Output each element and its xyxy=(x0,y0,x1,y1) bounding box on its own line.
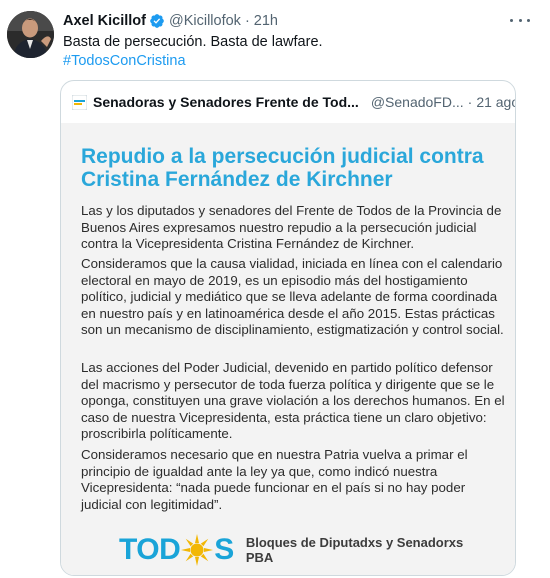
quoted-image[interactable]: Repudio a la persecución judicial contra… xyxy=(61,123,515,575)
brand-caption-line2: PBA xyxy=(245,550,274,565)
author-name[interactable]: Axel Kicillof xyxy=(63,13,146,29)
tweet-text: Basta de persecución. Basta de lawfare. xyxy=(63,34,323,50)
sun-icon xyxy=(181,534,214,566)
tweet[interactable]: Axel Kicillof @Kicillofok · 21h Basta de… xyxy=(0,0,550,578)
todos-logo: TOD S xyxy=(119,533,234,567)
verified-badge-icon xyxy=(149,13,165,29)
avatar[interactable] xyxy=(7,11,54,58)
logo-text-left: TOD xyxy=(119,533,181,566)
brand-caption-line1: Bloques de Diputadxs y Senadorxs xyxy=(245,535,464,550)
image-paragraph: Las acciones del Poder Judicial, devenid… xyxy=(81,360,505,441)
author-handle[interactable]: @Kicillofok xyxy=(169,13,241,29)
image-paragraph: Las y los diputados y senadores del Fren… xyxy=(81,203,502,251)
quoted-tweet-header: Senadoras y Senadores Frente de Tod... @… xyxy=(71,92,515,112)
tweet-timestamp[interactable]: 21h xyxy=(254,13,278,29)
quoted-author-handle[interactable]: @SenadoFD... xyxy=(371,94,464,110)
more-icon[interactable] xyxy=(510,12,530,28)
quoted-timestamp[interactable]: 21 ago. xyxy=(476,94,515,110)
separator-dot: · xyxy=(244,13,250,29)
tweet-header: Axel Kicillof @Kicillofok · 21h xyxy=(63,12,278,30)
brand-caption: Bloques de Diputadxs y Senadorxs PBA xyxy=(246,535,463,565)
logo-text-right: S xyxy=(214,533,234,566)
account-logo-icon xyxy=(71,94,88,110)
quoted-tweet[interactable]: Senadoras y Senadores Frente de Tod... @… xyxy=(60,80,516,576)
hashtag-link[interactable]: #TodosConCristina xyxy=(63,51,186,71)
image-paragraph: Consideramos que la causa vialidad, inic… xyxy=(81,256,504,337)
brand-logo: TOD S Bloques de Diputadxs y Senadorxs P… xyxy=(119,533,463,567)
quoted-author-name[interactable]: Senadoras y Senadores Frente de Tod... xyxy=(93,94,359,110)
image-paragraph: Consideramos necesario que en nuestra Pa… xyxy=(81,447,468,512)
separator-dot: · xyxy=(467,94,473,110)
image-headline: Repudio a la persecución judicial contra… xyxy=(81,145,484,191)
